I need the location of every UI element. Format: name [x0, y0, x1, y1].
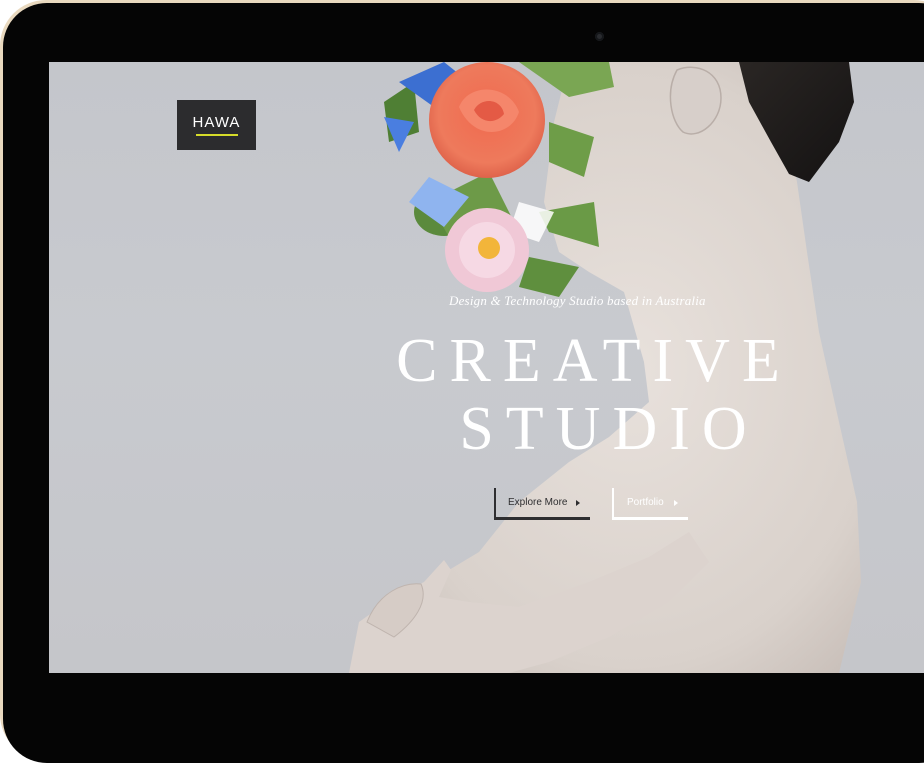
- logo-text: HAWA: [192, 113, 241, 131]
- webcam: [595, 32, 604, 41]
- explore-more-label: Explore More: [508, 497, 568, 508]
- portfolio-button[interactable]: Portfolio: [612, 488, 688, 520]
- website-screen: HAWA Design & Technology Studio based in…: [49, 62, 924, 673]
- hero-title-line-2: STUDIO: [459, 395, 759, 463]
- logo-underline: [195, 133, 238, 136]
- portfolio-label: Portfolio: [627, 497, 664, 508]
- hero-title-line-1: CREATIVE: [396, 327, 792, 395]
- explore-more-button[interactable]: Explore More: [494, 488, 590, 520]
- triangle-right-icon: [674, 499, 678, 506]
- triangle-right-icon: [576, 499, 580, 506]
- site-logo[interactable]: HAWA: [177, 100, 256, 150]
- hero-tagline: Design & Technology Studio based in Aust…: [449, 293, 706, 308]
